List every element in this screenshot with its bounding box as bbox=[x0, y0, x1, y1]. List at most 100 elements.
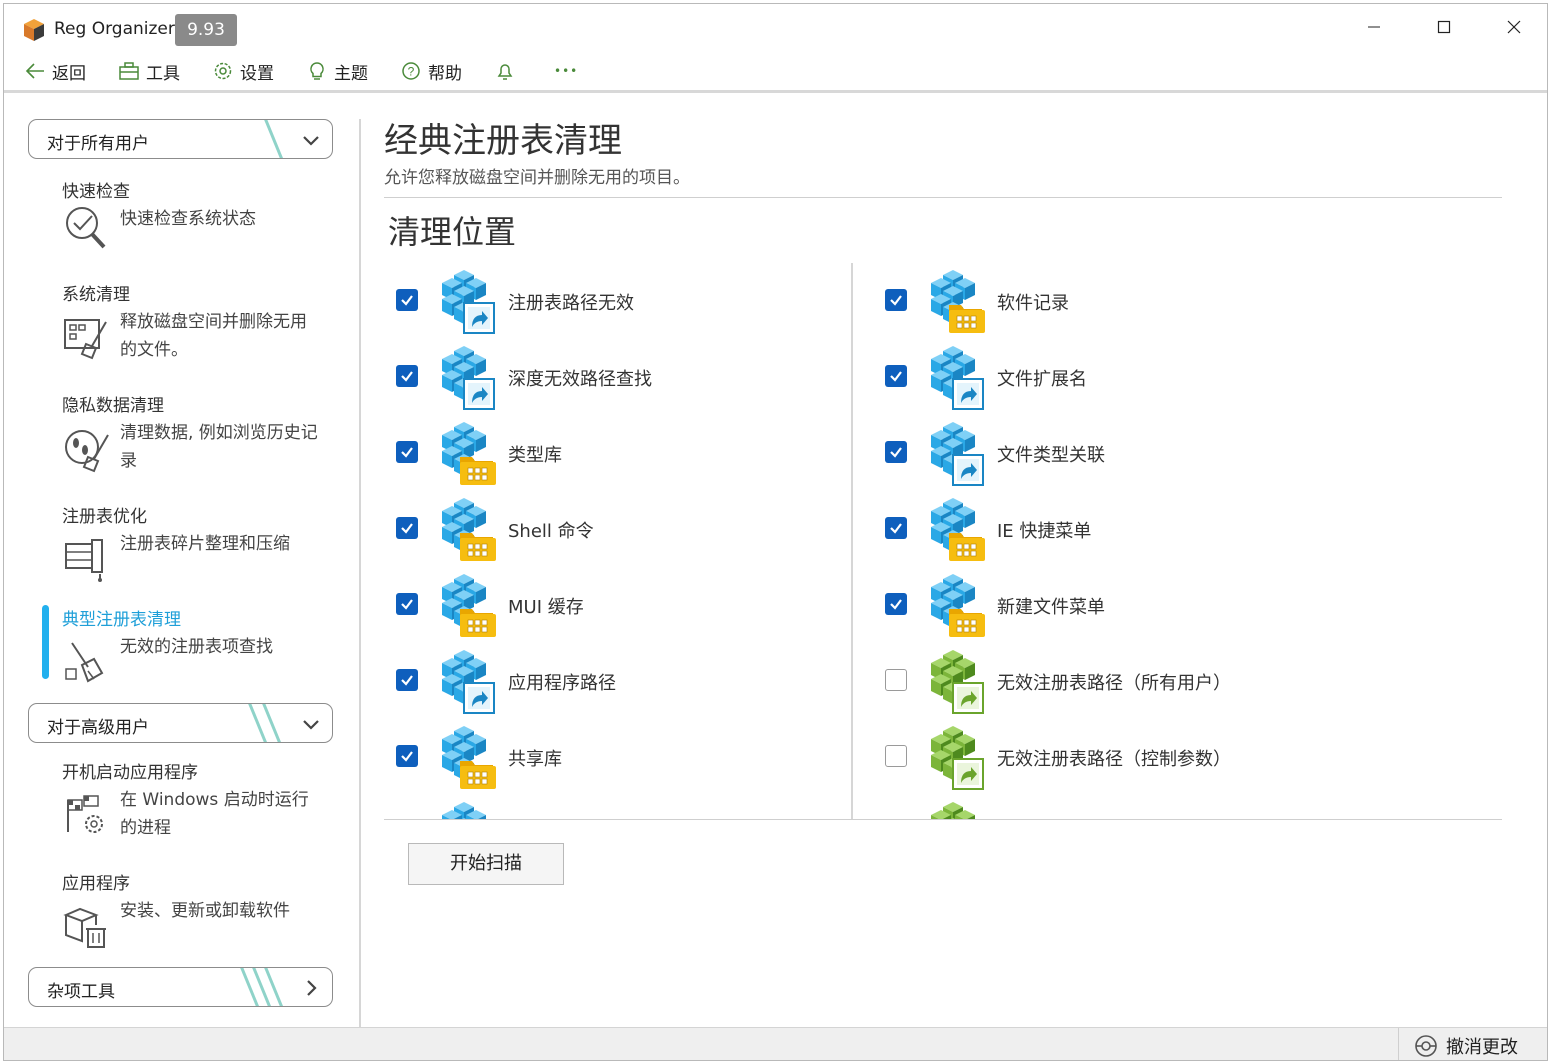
item-checkbox[interactable] bbox=[396, 669, 418, 691]
checkmark-icon bbox=[401, 523, 413, 534]
flags-gear-icon bbox=[67, 795, 103, 833]
minimize-icon bbox=[1368, 26, 1380, 28]
sidebar-item-title: 系统清理 bbox=[62, 285, 130, 305]
chevron-down-icon bbox=[303, 720, 319, 730]
page-subtitle: 允许您释放磁盘空间并删除无用的项目。 bbox=[384, 168, 690, 188]
help-icon: ? bbox=[402, 62, 420, 80]
checkmark-icon bbox=[401, 751, 413, 762]
sidebar-item-registry-optimization[interactable]: 注册表优化 注册表碎片整理和压缩 bbox=[62, 506, 347, 582]
sidebar-item-startup-apps[interactable]: 开机启动应用程序 在 Windows 启动时运行的进程 bbox=[62, 762, 347, 838]
item-checkbox[interactable] bbox=[885, 745, 907, 767]
sidebar-item-title: 开机启动应用程序 bbox=[62, 763, 198, 783]
sidebar-item-registry-cleanup[interactable]: 典型注册表清理 无效的注册表项查找 bbox=[62, 609, 347, 683]
checkmark-icon bbox=[401, 675, 413, 686]
registry-broom-icon bbox=[65, 642, 104, 683]
list-item[interactable]: 深度无效路径查找 bbox=[396, 339, 846, 415]
item-checkbox[interactable] bbox=[885, 289, 907, 311]
group-advanced-users[interactable]: 对于高级用户 bbox=[28, 703, 333, 743]
sidebar-item-privacy-cleanup[interactable]: 隐私数据清理 清理数据, 例如浏览历史记录 bbox=[62, 395, 347, 473]
more-button[interactable]: ••• bbox=[554, 57, 578, 85]
list-item[interactable]: 新建文件菜单 bbox=[885, 567, 1335, 643]
item-checkbox[interactable] bbox=[396, 593, 418, 615]
sidebar-item-desc: 释放磁盘空间并删除无用的文件。 bbox=[120, 312, 307, 360]
sidebar-item-desc: 注册表碎片整理和压缩 bbox=[120, 534, 290, 554]
list-item[interactable]: 文件类型关联 bbox=[885, 415, 1335, 491]
sidebar-item-desc: 无效的注册表项查找 bbox=[120, 637, 273, 657]
minimize-button[interactable] bbox=[1354, 14, 1394, 42]
maximize-button[interactable] bbox=[1424, 14, 1464, 42]
list-item[interactable]: 软件记录 bbox=[885, 263, 1335, 339]
registry-folder-icon bbox=[931, 574, 985, 637]
group-all-users[interactable]: 对于所有用户 bbox=[28, 119, 333, 159]
item-checkbox[interactable] bbox=[885, 593, 907, 615]
list-item[interactable]: 共享库 bbox=[396, 719, 846, 795]
app-window: Reg Organizer 9.93 返回 工具 设置 主题 ? 帮助 ••• … bbox=[3, 3, 1548, 1061]
back-button[interactable]: 返回 bbox=[24, 57, 86, 85]
help-menu[interactable]: ? 帮助 bbox=[400, 57, 462, 85]
item-checkbox[interactable] bbox=[885, 669, 907, 691]
item-label: 文件类型关联 bbox=[997, 445, 1105, 466]
list-item[interactable]: IE 快捷菜单 bbox=[885, 491, 1335, 567]
registry-green-icon-partial bbox=[931, 802, 975, 819]
list-item[interactable]: 无效注册表路径（控制参数） bbox=[885, 719, 1335, 795]
item-checkbox[interactable] bbox=[885, 441, 907, 463]
sidebar-item-applications[interactable]: 应用程序 安装、更新或卸载软件 bbox=[62, 873, 347, 948]
version-badge: 9.93 bbox=[175, 14, 237, 46]
help-label: 帮助 bbox=[428, 63, 462, 84]
tools-menu[interactable]: 工具 bbox=[118, 57, 180, 85]
item-checkbox[interactable] bbox=[396, 517, 418, 539]
theme-label: 主题 bbox=[334, 63, 368, 84]
sidebar-item-title: 快速检查 bbox=[62, 182, 130, 202]
sidebar-item-title: 注册表优化 bbox=[62, 507, 147, 527]
item-checkbox[interactable] bbox=[396, 365, 418, 387]
page-title: 经典注册表清理 bbox=[384, 121, 622, 161]
registry-folder-icon bbox=[931, 498, 985, 561]
status-separator bbox=[1398, 1028, 1399, 1060]
item-checkbox[interactable] bbox=[396, 289, 418, 311]
list-item[interactable]: 无效注册表路径（所有用户） bbox=[885, 643, 1335, 719]
list-item[interactable]: 类型库 bbox=[396, 415, 846, 491]
item-label: IE 快捷菜单 bbox=[997, 521, 1092, 542]
list-item[interactable]: MUI 缓存 bbox=[396, 567, 846, 643]
item-checkbox[interactable] bbox=[396, 441, 418, 463]
checkmark-icon bbox=[401, 371, 413, 382]
item-checkbox[interactable] bbox=[885, 365, 907, 387]
list-item[interactable]: 文件扩展名 bbox=[885, 339, 1335, 415]
item-label: 新建文件菜单 bbox=[997, 597, 1105, 618]
item-label: 无效注册表路径（所有用户） bbox=[997, 673, 1231, 694]
chevron-right-icon bbox=[307, 980, 317, 996]
registry-folder-icon bbox=[931, 270, 985, 333]
sidebar-item-desc: 安装、更新或卸载软件 bbox=[120, 901, 290, 921]
item-checkbox[interactable] bbox=[885, 517, 907, 539]
checkmark-icon bbox=[401, 295, 413, 306]
group-advanced-label: 对于高级用户 bbox=[47, 718, 149, 738]
sidebar-separator bbox=[359, 119, 361, 1027]
notifications-button[interactable] bbox=[494, 57, 522, 85]
registry-folder-icon bbox=[442, 574, 496, 637]
cleanup-locations-list[interactable]: 注册表路径无效 深度无效路径查找 类型库 Shell 命令 MUI 缓存应用程序路径共享… bbox=[384, 263, 1502, 819]
item-label: 软件记录 bbox=[997, 293, 1069, 314]
item-checkbox[interactable] bbox=[396, 745, 418, 767]
sidebar-item-system-cleanup[interactable]: 系统清理 释放磁盘空间并删除无用的文件。 bbox=[62, 284, 347, 360]
tools-label: 工具 bbox=[146, 63, 180, 84]
sidebar-item-quick-check[interactable]: 快速检查 快速检查系统状态 bbox=[62, 181, 347, 249]
undo-changes-button[interactable]: 撤消更改 bbox=[1414, 1032, 1518, 1060]
title-bar: Reg Organizer 9.93 bbox=[4, 4, 1547, 52]
toolbar: 返回 工具 设置 主题 ? 帮助 ••• bbox=[4, 54, 1547, 90]
theme-menu[interactable]: 主题 bbox=[306, 57, 368, 85]
list-item[interactable]: 应用程序路径 bbox=[396, 643, 846, 719]
settings-menu[interactable]: 设置 bbox=[212, 57, 274, 85]
sidebar-item-title: 隐私数据清理 bbox=[62, 396, 164, 416]
undo-icon bbox=[1415, 1035, 1437, 1057]
start-scan-button[interactable]: 开始扫描 bbox=[408, 843, 564, 885]
list-item[interactable]: Shell 命令 bbox=[396, 491, 846, 567]
stripes-decoration bbox=[240, 968, 283, 1006]
item-label: Shell 命令 bbox=[508, 521, 594, 542]
arrow-left-icon bbox=[25, 63, 44, 79]
close-button[interactable] bbox=[1494, 14, 1534, 42]
list-item[interactable]: 注册表路径无效 bbox=[396, 263, 846, 339]
item-label: 应用程序路径 bbox=[508, 673, 616, 694]
sidebar-item-desc: 清理数据, 例如浏览历史记录 bbox=[120, 423, 318, 471]
group-misc-tools[interactable]: 杂项工具 bbox=[28, 967, 333, 1007]
gear-icon bbox=[214, 62, 232, 80]
